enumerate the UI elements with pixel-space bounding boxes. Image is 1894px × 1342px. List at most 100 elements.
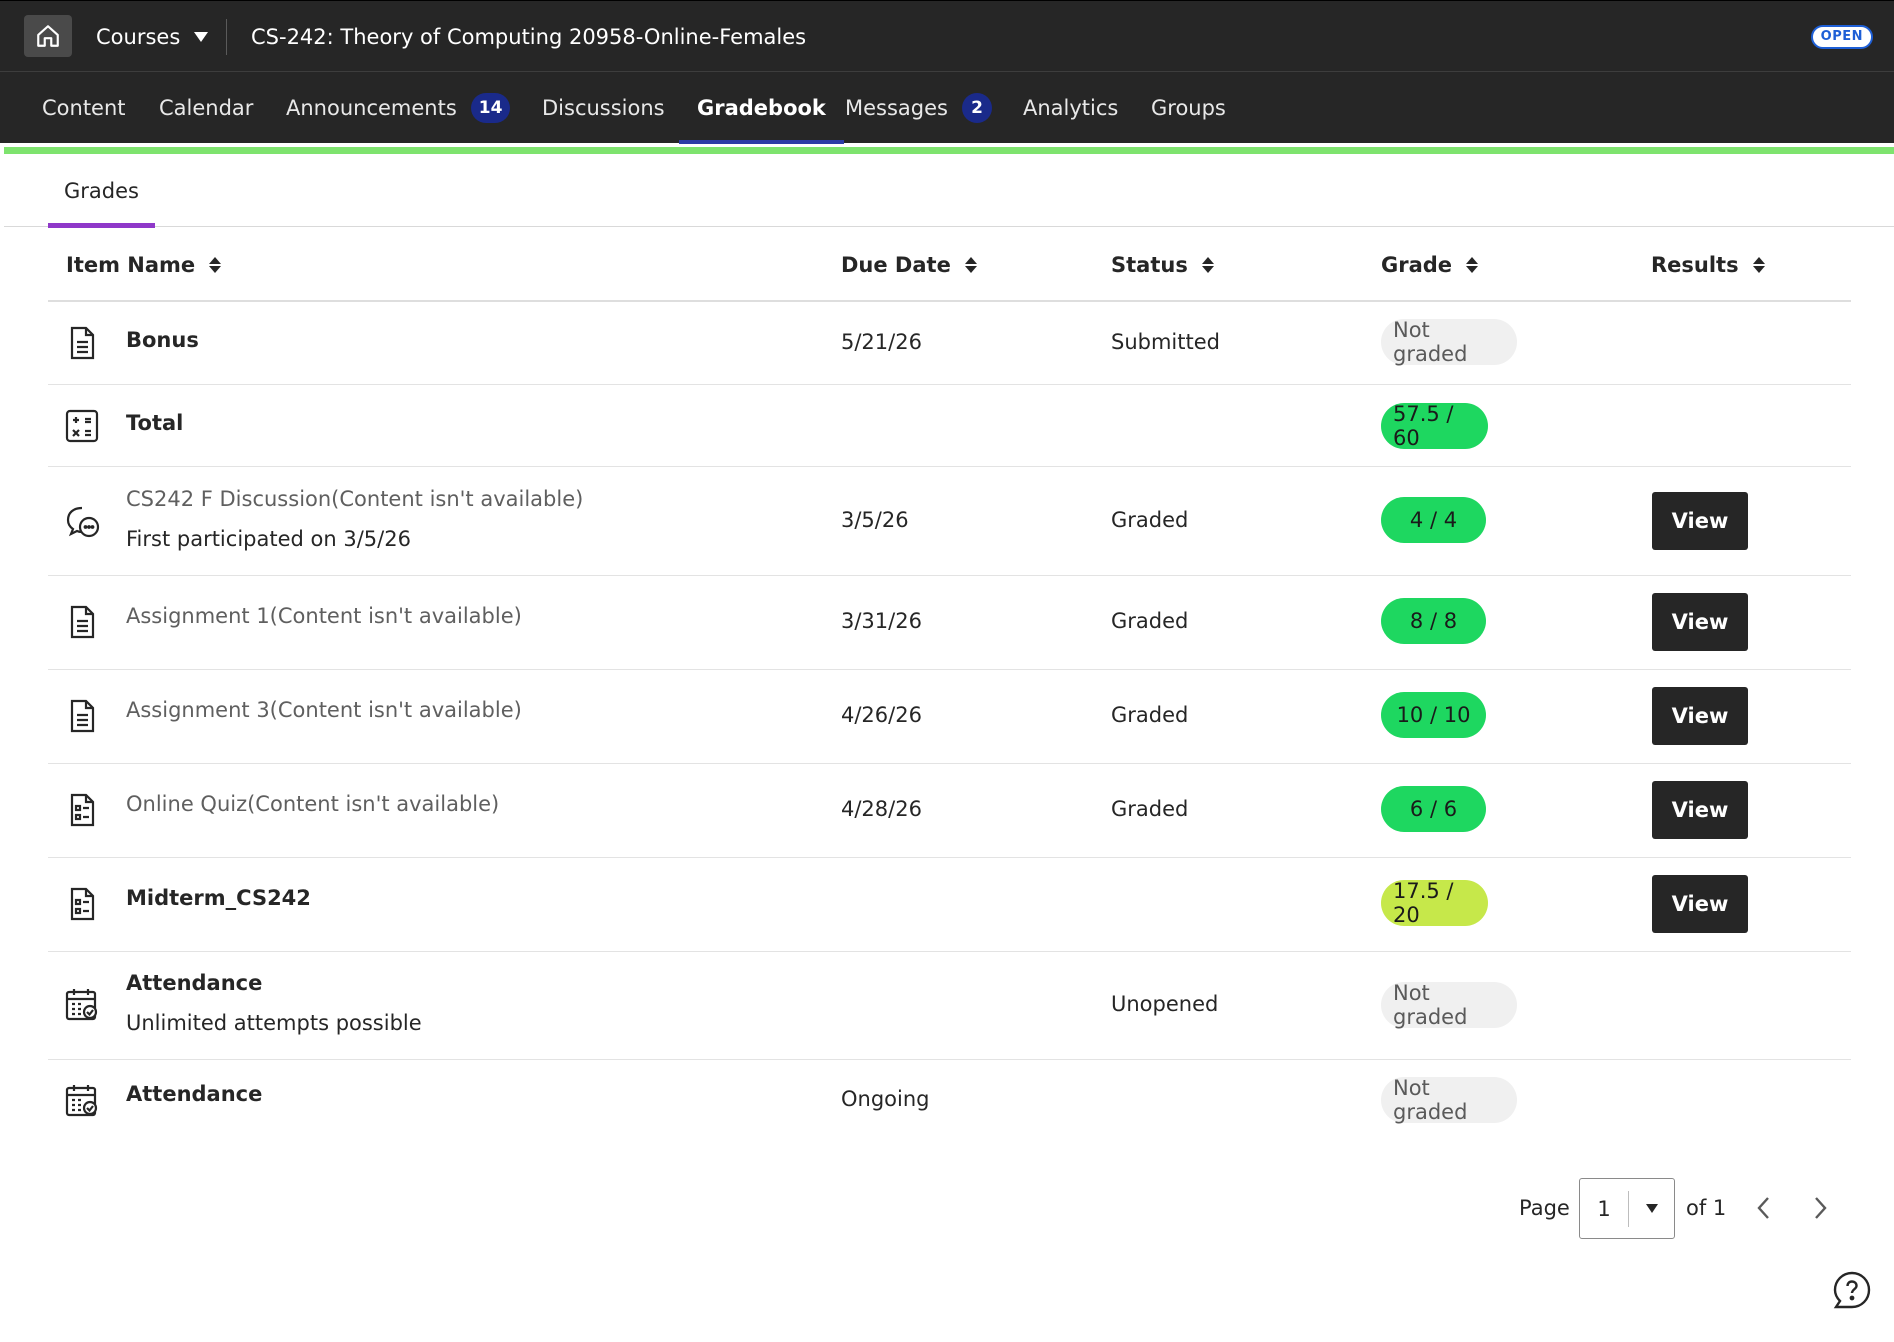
page-count: of 1 bbox=[1686, 1196, 1727, 1220]
attendance-icon bbox=[65, 989, 98, 1021]
table-row: Midterm_CS242 17.5 / 20 View bbox=[48, 858, 1851, 952]
status-text: Graded bbox=[1111, 797, 1189, 821]
view-button[interactable]: View bbox=[1652, 687, 1748, 745]
page-select-value: 1 bbox=[1597, 1196, 1611, 1221]
table-row: Assignment 1(Content isn't available) 3/… bbox=[48, 576, 1851, 670]
view-button[interactable]: View bbox=[1652, 781, 1748, 839]
grade-pill: 17.5 / 20 bbox=[1381, 879, 1488, 927]
discussion-icon bbox=[66, 506, 100, 538]
accent-strip bbox=[4, 147, 1894, 154]
document-icon bbox=[70, 699, 95, 733]
grade-pill: Not graded bbox=[1381, 1076, 1517, 1124]
home-button[interactable] bbox=[24, 15, 72, 57]
item-link[interactable]: Online Quiz(Content isn't available) bbox=[126, 788, 499, 820]
tab-messages[interactable]: Messages 2 bbox=[845, 72, 992, 144]
quiz-icon bbox=[70, 887, 95, 921]
page-label: Page bbox=[1519, 1196, 1570, 1220]
tab-calendar[interactable]: Calendar bbox=[159, 72, 253, 144]
due-date: 5/21/26 bbox=[841, 330, 922, 354]
help-icon bbox=[1833, 1271, 1871, 1309]
column-header-results[interactable]: Results bbox=[1651, 228, 1765, 302]
tab-label: Groups bbox=[1151, 96, 1226, 120]
help-button[interactable] bbox=[1832, 1270, 1872, 1310]
tab-label: Analytics bbox=[1023, 96, 1119, 120]
tab-groups[interactable]: Groups bbox=[1151, 72, 1226, 144]
tab-label: Gradebook bbox=[697, 96, 826, 120]
tab-analytics[interactable]: Analytics bbox=[1023, 72, 1118, 144]
grade-pill: 10 / 10 bbox=[1381, 692, 1486, 738]
calculator-icon bbox=[65, 409, 99, 443]
course-title: CS-242: Theory of Computing 20958-Online… bbox=[251, 25, 807, 49]
status-text: Submitted bbox=[1111, 330, 1220, 354]
status-text: Graded bbox=[1111, 609, 1189, 633]
tab-label: Content bbox=[42, 96, 126, 120]
tab-label: Messages bbox=[845, 96, 948, 120]
sort-icon bbox=[209, 256, 222, 274]
divider bbox=[226, 19, 227, 55]
table-row: Bonus 5/21/26 Submitted Not graded bbox=[48, 302, 1851, 385]
item-link[interactable]: Assignment 3(Content isn't available) bbox=[126, 694, 522, 726]
due-date: Ongoing bbox=[841, 1087, 930, 1111]
column-header-grade[interactable]: Grade bbox=[1381, 228, 1479, 302]
due-date: 3/5/26 bbox=[841, 508, 909, 532]
tab-discussions[interactable]: Discussions bbox=[542, 72, 665, 144]
tab-gradebook[interactable]: Gradebook bbox=[679, 72, 844, 144]
tab-announcements[interactable]: Announcements 14 bbox=[286, 72, 511, 144]
item-name: Attendance bbox=[126, 1082, 263, 1106]
view-button[interactable]: View bbox=[1652, 593, 1748, 651]
item-subtext: Unlimited attempts possible bbox=[126, 1011, 422, 1035]
grades-table: Item Name Due Date Status Grade Results … bbox=[48, 228, 1851, 1148]
column-header-item-name[interactable]: Item Name bbox=[66, 228, 222, 302]
tab-label: Discussions bbox=[542, 96, 665, 120]
column-label: Item Name bbox=[66, 253, 196, 277]
quiz-icon bbox=[70, 793, 95, 827]
table-row: Attendance Ongoing Not graded bbox=[48, 1060, 1851, 1148]
grade-pill: Not graded bbox=[1381, 318, 1517, 366]
item-name: Midterm_CS242 bbox=[126, 886, 311, 910]
grade-pill: 6 / 6 bbox=[1381, 786, 1486, 832]
document-icon bbox=[70, 326, 95, 360]
tab-label: Grades bbox=[64, 179, 139, 203]
item-name: Bonus bbox=[126, 328, 199, 352]
course-nav: Content Calendar Announcements 14 Discuss… bbox=[0, 71, 1894, 144]
grade-pill: 4 / 4 bbox=[1381, 497, 1486, 543]
table-row: CS242 F Discussion(Content isn't availab… bbox=[48, 467, 1851, 576]
column-label: Results bbox=[1651, 253, 1739, 277]
previous-page-button[interactable] bbox=[1744, 1188, 1784, 1228]
view-button[interactable]: View bbox=[1652, 875, 1748, 933]
due-date: 4/28/26 bbox=[841, 797, 922, 821]
item-name: Attendance bbox=[126, 971, 263, 995]
item-link[interactable]: CS242 F Discussion(Content isn't availab… bbox=[126, 483, 583, 515]
status-text: Graded bbox=[1111, 508, 1189, 532]
view-button[interactable]: View bbox=[1652, 492, 1748, 550]
grade-pill: 57.5 / 60 bbox=[1381, 402, 1488, 450]
status-badge: OPEN bbox=[1810, 25, 1873, 49]
table-row: Attendance Unlimited attempts possible U… bbox=[48, 952, 1851, 1060]
column-header-due-date[interactable]: Due Date bbox=[841, 228, 977, 302]
chevron-left-icon bbox=[1757, 1197, 1769, 1219]
tab-label: Calendar bbox=[159, 96, 254, 120]
top-bar: Courses CS-242: Theory of Computing 2095… bbox=[0, 0, 1894, 71]
grade-pill: Not graded bbox=[1381, 981, 1517, 1029]
column-label: Grade bbox=[1381, 253, 1453, 277]
item-subtext: First participated on 3/5/26 bbox=[126, 527, 411, 551]
column-header-status[interactable]: Status bbox=[1111, 228, 1214, 302]
count-badge: 14 bbox=[470, 93, 511, 123]
table-row: Assignment 3(Content isn't available) 4/… bbox=[48, 670, 1851, 764]
tab-label: Announcements bbox=[286, 96, 457, 120]
sort-icon bbox=[1201, 256, 1214, 274]
tab-grades[interactable]: Grades bbox=[48, 155, 155, 228]
item-link[interactable]: Assignment 1(Content isn't available) bbox=[126, 600, 522, 632]
courses-menu[interactable]: Courses bbox=[96, 21, 209, 53]
sort-icon bbox=[1752, 256, 1765, 274]
count-badge: 2 bbox=[961, 93, 992, 123]
table-row: Online Quiz(Content isn't available) 4/2… bbox=[48, 764, 1851, 858]
gradebook-tabs: Grades bbox=[4, 155, 1894, 228]
chevron-down-icon bbox=[1629, 1204, 1674, 1213]
grade-pill: 8 / 8 bbox=[1381, 598, 1486, 644]
tab-content[interactable]: Content bbox=[42, 72, 126, 144]
courses-label: Courses bbox=[96, 25, 181, 49]
page-select[interactable]: 1 bbox=[1579, 1178, 1675, 1239]
next-page-button[interactable] bbox=[1800, 1188, 1840, 1228]
chevron-right-icon bbox=[1815, 1197, 1827, 1219]
